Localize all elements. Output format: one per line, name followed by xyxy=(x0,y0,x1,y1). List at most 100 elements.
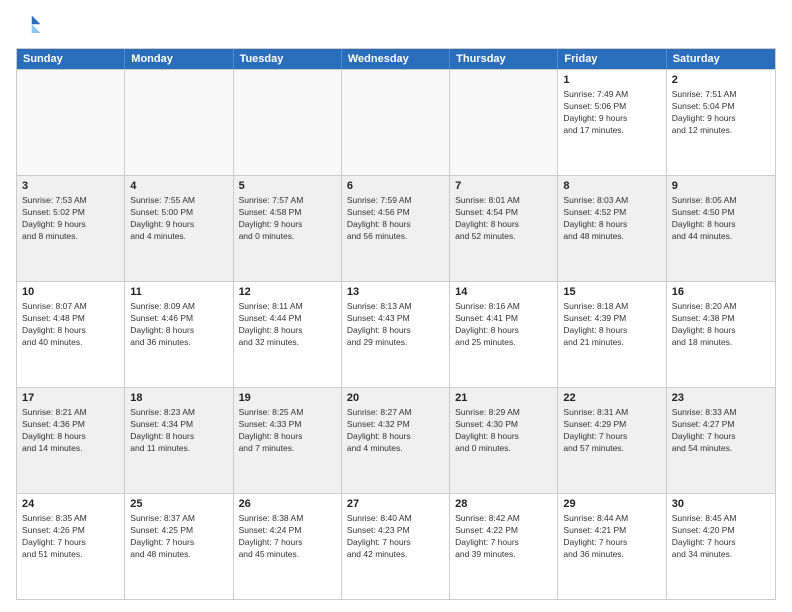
calendar-cell: 2Sunrise: 7:51 AMSunset: 5:04 PMDaylight… xyxy=(667,70,775,175)
calendar-cell: 10Sunrise: 8:07 AMSunset: 4:48 PMDayligh… xyxy=(17,282,125,387)
day-number: 3 xyxy=(22,179,119,194)
calendar-cell: 6Sunrise: 7:59 AMSunset: 4:56 PMDaylight… xyxy=(342,176,450,281)
cell-details: Sunrise: 8:05 AMSunset: 4:50 PMDaylight:… xyxy=(672,195,770,243)
calendar-cell: 4Sunrise: 7:55 AMSunset: 5:00 PMDaylight… xyxy=(125,176,233,281)
day-number: 27 xyxy=(347,497,444,512)
cell-details: Sunrise: 8:31 AMSunset: 4:29 PMDaylight:… xyxy=(563,407,660,455)
header xyxy=(16,12,776,40)
calendar-week: 10Sunrise: 8:07 AMSunset: 4:48 PMDayligh… xyxy=(17,281,775,387)
cell-details: Sunrise: 7:51 AMSunset: 5:04 PMDaylight:… xyxy=(672,89,770,137)
calendar: SundayMondayTuesdayWednesdayThursdayFrid… xyxy=(16,48,776,600)
day-number: 29 xyxy=(563,497,660,512)
day-number: 19 xyxy=(239,391,336,406)
day-number: 28 xyxy=(455,497,552,512)
calendar-cell: 1Sunrise: 7:49 AMSunset: 5:06 PMDaylight… xyxy=(558,70,666,175)
calendar-cell: 21Sunrise: 8:29 AMSunset: 4:30 PMDayligh… xyxy=(450,388,558,493)
calendar-header: SundayMondayTuesdayWednesdayThursdayFrid… xyxy=(17,49,775,69)
calendar-cell: 8Sunrise: 8:03 AMSunset: 4:52 PMDaylight… xyxy=(558,176,666,281)
day-number: 25 xyxy=(130,497,227,512)
calendar-cell: 15Sunrise: 8:18 AMSunset: 4:39 PMDayligh… xyxy=(558,282,666,387)
calendar-cell: 19Sunrise: 8:25 AMSunset: 4:33 PMDayligh… xyxy=(234,388,342,493)
calendar-cell: 7Sunrise: 8:01 AMSunset: 4:54 PMDaylight… xyxy=(450,176,558,281)
calendar-cell: 24Sunrise: 8:35 AMSunset: 4:26 PMDayligh… xyxy=(17,494,125,599)
calendar-cell: 18Sunrise: 8:23 AMSunset: 4:34 PMDayligh… xyxy=(125,388,233,493)
calendar-cell: 30Sunrise: 8:45 AMSunset: 4:20 PMDayligh… xyxy=(667,494,775,599)
calendar-cell xyxy=(17,70,125,175)
calendar-body: 1Sunrise: 7:49 AMSunset: 5:06 PMDaylight… xyxy=(17,69,775,599)
cell-details: Sunrise: 8:33 AMSunset: 4:27 PMDaylight:… xyxy=(672,407,770,455)
cell-details: Sunrise: 8:35 AMSunset: 4:26 PMDaylight:… xyxy=(22,513,119,561)
logo-icon xyxy=(16,12,44,40)
cell-details: Sunrise: 8:21 AMSunset: 4:36 PMDaylight:… xyxy=(22,407,119,455)
calendar-cell: 20Sunrise: 8:27 AMSunset: 4:32 PMDayligh… xyxy=(342,388,450,493)
calendar-cell: 26Sunrise: 8:38 AMSunset: 4:24 PMDayligh… xyxy=(234,494,342,599)
cell-details: Sunrise: 8:13 AMSunset: 4:43 PMDaylight:… xyxy=(347,301,444,349)
day-number: 6 xyxy=(347,179,444,194)
calendar-cell: 14Sunrise: 8:16 AMSunset: 4:41 PMDayligh… xyxy=(450,282,558,387)
day-number: 13 xyxy=(347,285,444,300)
calendar-day-header: Friday xyxy=(558,49,666,69)
calendar-cell: 12Sunrise: 8:11 AMSunset: 4:44 PMDayligh… xyxy=(234,282,342,387)
calendar-day-header: Monday xyxy=(125,49,233,69)
cell-details: Sunrise: 7:49 AMSunset: 5:06 PMDaylight:… xyxy=(563,89,660,137)
calendar-cell: 28Sunrise: 8:42 AMSunset: 4:22 PMDayligh… xyxy=(450,494,558,599)
day-number: 17 xyxy=(22,391,119,406)
calendar-cell: 11Sunrise: 8:09 AMSunset: 4:46 PMDayligh… xyxy=(125,282,233,387)
day-number: 15 xyxy=(563,285,660,300)
cell-details: Sunrise: 8:42 AMSunset: 4:22 PMDaylight:… xyxy=(455,513,552,561)
cell-details: Sunrise: 7:59 AMSunset: 4:56 PMDaylight:… xyxy=(347,195,444,243)
cell-details: Sunrise: 7:53 AMSunset: 5:02 PMDaylight:… xyxy=(22,195,119,243)
cell-details: Sunrise: 8:16 AMSunset: 4:41 PMDaylight:… xyxy=(455,301,552,349)
calendar-day-header: Tuesday xyxy=(234,49,342,69)
calendar-cell: 5Sunrise: 7:57 AMSunset: 4:58 PMDaylight… xyxy=(234,176,342,281)
day-number: 26 xyxy=(239,497,336,512)
calendar-day-header: Thursday xyxy=(450,49,558,69)
day-number: 14 xyxy=(455,285,552,300)
day-number: 18 xyxy=(130,391,227,406)
calendar-cell: 13Sunrise: 8:13 AMSunset: 4:43 PMDayligh… xyxy=(342,282,450,387)
cell-details: Sunrise: 8:18 AMSunset: 4:39 PMDaylight:… xyxy=(563,301,660,349)
day-number: 1 xyxy=(563,73,660,88)
cell-details: Sunrise: 8:03 AMSunset: 4:52 PMDaylight:… xyxy=(563,195,660,243)
day-number: 11 xyxy=(130,285,227,300)
cell-details: Sunrise: 8:38 AMSunset: 4:24 PMDaylight:… xyxy=(239,513,336,561)
day-number: 16 xyxy=(672,285,770,300)
cell-details: Sunrise: 8:09 AMSunset: 4:46 PMDaylight:… xyxy=(130,301,227,349)
calendar-week: 1Sunrise: 7:49 AMSunset: 5:06 PMDaylight… xyxy=(17,69,775,175)
day-number: 8 xyxy=(563,179,660,194)
day-number: 2 xyxy=(672,73,770,88)
cell-details: Sunrise: 8:01 AMSunset: 4:54 PMDaylight:… xyxy=(455,195,552,243)
day-number: 30 xyxy=(672,497,770,512)
cell-details: Sunrise: 8:20 AMSunset: 4:38 PMDaylight:… xyxy=(672,301,770,349)
calendar-cell: 17Sunrise: 8:21 AMSunset: 4:36 PMDayligh… xyxy=(17,388,125,493)
day-number: 4 xyxy=(130,179,227,194)
day-number: 22 xyxy=(563,391,660,406)
day-number: 9 xyxy=(672,179,770,194)
cell-details: Sunrise: 7:57 AMSunset: 4:58 PMDaylight:… xyxy=(239,195,336,243)
cell-details: Sunrise: 7:55 AMSunset: 5:00 PMDaylight:… xyxy=(130,195,227,243)
day-number: 20 xyxy=(347,391,444,406)
logo xyxy=(16,12,48,40)
calendar-cell xyxy=(342,70,450,175)
calendar-week: 3Sunrise: 7:53 AMSunset: 5:02 PMDaylight… xyxy=(17,175,775,281)
calendar-week: 24Sunrise: 8:35 AMSunset: 4:26 PMDayligh… xyxy=(17,493,775,599)
calendar-cell: 29Sunrise: 8:44 AMSunset: 4:21 PMDayligh… xyxy=(558,494,666,599)
calendar-cell xyxy=(450,70,558,175)
calendar-cell: 23Sunrise: 8:33 AMSunset: 4:27 PMDayligh… xyxy=(667,388,775,493)
day-number: 21 xyxy=(455,391,552,406)
cell-details: Sunrise: 8:44 AMSunset: 4:21 PMDaylight:… xyxy=(563,513,660,561)
calendar-cell: 25Sunrise: 8:37 AMSunset: 4:25 PMDayligh… xyxy=(125,494,233,599)
cell-details: Sunrise: 8:37 AMSunset: 4:25 PMDaylight:… xyxy=(130,513,227,561)
day-number: 5 xyxy=(239,179,336,194)
day-number: 23 xyxy=(672,391,770,406)
cell-details: Sunrise: 8:40 AMSunset: 4:23 PMDaylight:… xyxy=(347,513,444,561)
day-number: 24 xyxy=(22,497,119,512)
calendar-day-header: Saturday xyxy=(667,49,775,69)
cell-details: Sunrise: 8:29 AMSunset: 4:30 PMDaylight:… xyxy=(455,407,552,455)
day-number: 10 xyxy=(22,285,119,300)
cell-details: Sunrise: 8:07 AMSunset: 4:48 PMDaylight:… xyxy=(22,301,119,349)
page: SundayMondayTuesdayWednesdayThursdayFrid… xyxy=(0,0,792,612)
calendar-cell: 9Sunrise: 8:05 AMSunset: 4:50 PMDaylight… xyxy=(667,176,775,281)
day-number: 7 xyxy=(455,179,552,194)
calendar-cell: 22Sunrise: 8:31 AMSunset: 4:29 PMDayligh… xyxy=(558,388,666,493)
